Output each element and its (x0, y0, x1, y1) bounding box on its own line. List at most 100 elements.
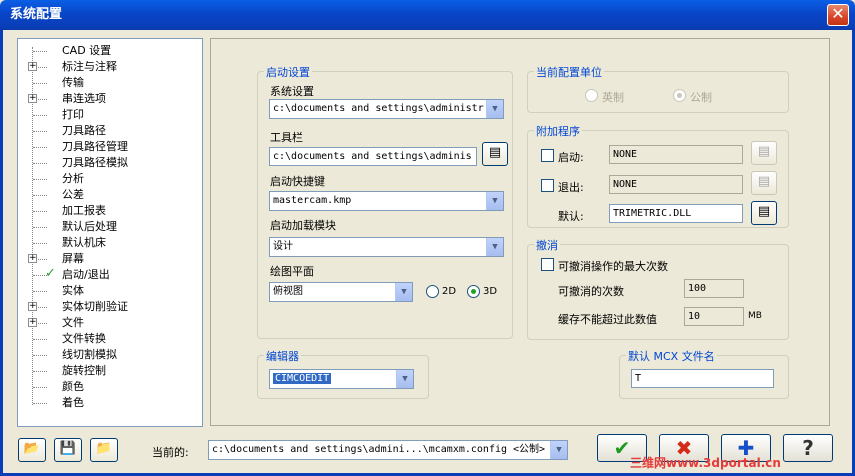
startup-addin-checkbox[interactable] (541, 149, 554, 162)
module-select[interactable]: 设计 ▼ (269, 237, 504, 257)
tree-item[interactable]: 刀具路径管理 (62, 139, 128, 155)
expand-icon[interactable]: + (28, 62, 37, 71)
startup-addin-label: 启动: (558, 151, 584, 164)
undo-count-label: 可撤消的次数 (558, 285, 624, 298)
mcx-filename-field[interactable]: T (631, 369, 774, 388)
tree-item[interactable]: 文件转换 (62, 331, 106, 347)
tree-item[interactable]: 公差 (62, 187, 84, 203)
units-group-title: 当前配置单位 (534, 64, 604, 80)
tree-connector (33, 163, 47, 164)
mcx-filename-value: T (635, 373, 642, 384)
save-config-button[interactable]: 💾 (54, 438, 82, 462)
cache-field[interactable]: 10 (684, 307, 744, 326)
plane-select[interactable]: 俯视图 ▼ (269, 282, 413, 302)
tree-connector (33, 179, 47, 180)
tree-item[interactable]: 标注与注释 (62, 59, 117, 75)
current-config-select[interactable]: c:\documents and settings\admini...\mcam… (208, 440, 568, 460)
exit-addin-label: 退出: (558, 181, 584, 194)
tree-item[interactable]: 打印 (62, 107, 84, 123)
exit-addin-field[interactable]: NONE (609, 175, 743, 194)
chevron-down-icon[interactable]: ▼ (486, 238, 503, 256)
checkmark-icon: ✔ (613, 436, 631, 460)
tree-item[interactable]: CAD 设置 (62, 43, 111, 59)
folder-icon: 📁 (95, 441, 113, 456)
radio-2d[interactable] (426, 285, 439, 298)
radio-3d[interactable] (467, 285, 480, 298)
tree-connector (33, 195, 47, 196)
tree-item[interactable]: 着色 (62, 395, 84, 411)
chevron-down-icon[interactable]: ▼ (486, 192, 503, 210)
tree-connector (33, 227, 47, 228)
system-settings-select[interactable]: c:\documents and settings\administr ▼ (269, 99, 504, 119)
expand-icon[interactable]: + (28, 94, 37, 103)
toolbar-field[interactable]: c:\documents and settings\adminis (269, 147, 477, 166)
exit-addin-browse-button[interactable]: ▤ (751, 171, 777, 195)
tree-item[interactable]: 刀具路径 (62, 123, 106, 139)
startup-addin-browse-button[interactable]: ▤ (751, 141, 777, 165)
tree-item[interactable]: 颜色 (62, 379, 84, 395)
book-icon: ▤ (757, 144, 771, 159)
startup-group-title: 启动设置 (264, 64, 312, 80)
tree-item[interactable]: 启动/退出 (62, 267, 110, 283)
tree-connector (33, 387, 47, 388)
settings-tree[interactable]: CAD 设置 + 标注与注释 传输 + 串连选项 打印 刀具路径 刀具路径管理 刀具路径模拟 分析公… (17, 38, 203, 427)
toolbar-browse-button[interactable]: ▤ (482, 142, 508, 166)
undo-count-field[interactable]: 100 (684, 279, 744, 298)
expand-icon[interactable]: + (28, 318, 37, 327)
tree-item[interactable]: 默认后处理 (62, 219, 117, 235)
checkmark-icon: ✓ (45, 266, 56, 281)
help-button[interactable]: ? (783, 434, 833, 462)
max-undo-label: 可撤消操作的最大次数 (558, 260, 668, 273)
tree-connector (33, 243, 47, 244)
editor-select[interactable]: CIMCOEDIT ▼ (269, 369, 414, 389)
tree-connector (33, 83, 47, 84)
tree-item[interactable]: 分析 (62, 171, 84, 187)
toolbar-value: c:\documents and settings\adminis (273, 151, 472, 162)
expand-icon[interactable]: + (28, 254, 37, 263)
tree-connector (33, 403, 47, 404)
startup-addin-field[interactable]: NONE (609, 145, 743, 164)
tree-item[interactable]: 串连选项 (62, 91, 106, 107)
tree-item[interactable]: 默认机床 (62, 235, 106, 251)
tree-item[interactable]: 传输 (62, 75, 84, 91)
tree-item[interactable]: 实体 (62, 283, 84, 299)
tree-item[interactable]: 刀具路径模拟 (62, 155, 128, 171)
window-title: 系统配置 (10, 7, 63, 22)
default-addin-field[interactable]: TRIMETRIC.DLL (609, 204, 743, 223)
settings-panel: 启动设置 系统设置 c:\documents and settings\admi… (210, 38, 830, 426)
tree-item[interactable]: 实体切削验证 (62, 299, 128, 315)
tree-item[interactable]: 屏幕 (62, 251, 84, 267)
close-button[interactable]: ✕ (827, 4, 849, 26)
undo-group-title: 撤消 (534, 237, 560, 253)
exit-addin-checkbox[interactable] (541, 179, 554, 192)
hotkey-label: 启动快捷键 (270, 175, 325, 188)
default-addin-value: TRIMETRIC.DLL (613, 208, 692, 219)
tree-item[interactable]: 线切割模拟 (62, 347, 117, 363)
chevron-down-icon[interactable]: ▼ (486, 100, 503, 118)
save-icon: 💾 (59, 441, 77, 456)
close-icon: ✕ (831, 4, 845, 23)
plane-value: 俯视图 (273, 286, 303, 297)
chevron-down-icon[interactable]: ▼ (395, 283, 412, 301)
chevron-down-icon[interactable]: ▼ (550, 441, 567, 459)
expand-icon[interactable]: + (28, 302, 37, 311)
book-icon: ▤ (488, 145, 502, 160)
hotkey-select[interactable]: mastercam.kmp ▼ (269, 191, 504, 211)
radio-2d-label: 2D (442, 286, 457, 297)
radio-metric[interactable] (673, 89, 686, 102)
chevron-down-icon[interactable]: ▼ (396, 370, 413, 388)
exit-addin-value: NONE (613, 179, 638, 190)
tree-connector (33, 211, 47, 212)
startup-addin-value: NONE (613, 149, 638, 160)
max-undo-checkbox[interactable] (541, 258, 554, 271)
tree-item[interactable]: 旋转控制 (62, 363, 106, 379)
tree-connector (33, 371, 47, 372)
cache-value: 10 (688, 311, 701, 322)
open-config-button[interactable]: 📂 (18, 438, 46, 462)
tree-item[interactable]: 文件 (62, 315, 84, 331)
default-addin-browse-button[interactable]: ▤ (751, 201, 777, 225)
default-addin-label: 默认: (558, 210, 584, 223)
merge-config-button[interactable]: 📁 (90, 438, 118, 462)
radio-imperial[interactable] (585, 89, 598, 102)
tree-item[interactable]: 加工报表 (62, 203, 106, 219)
